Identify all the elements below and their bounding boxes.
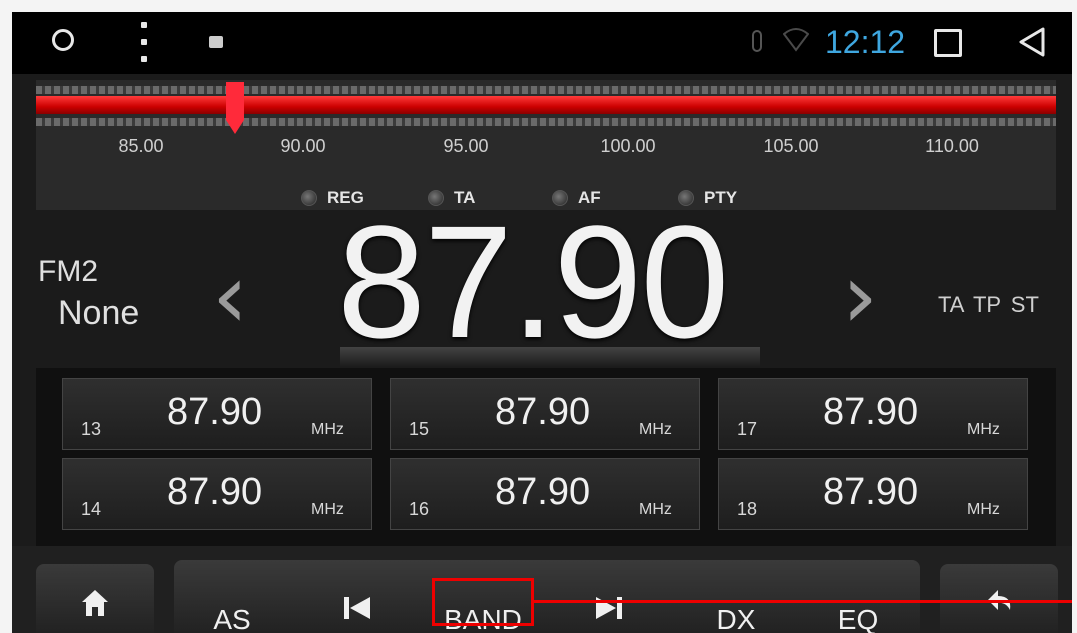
preset-number: 17 [737, 419, 758, 439]
preset-button[interactable]: 14 87.90 MHz [62, 458, 372, 530]
scale-dots-top [36, 86, 1056, 94]
tuning-needle[interactable] [224, 82, 246, 134]
preset-number: 15 [409, 419, 430, 439]
preset-grid: 13 87.90 MHz 15 87.90 MHz 17 87.90 MHz 1… [36, 368, 1056, 546]
eq-button[interactable]: EQ [838, 604, 878, 633]
preset-number: 16 [409, 499, 430, 519]
scale-label: 90.00 [280, 136, 326, 156]
rds-flags: TA TP ST [938, 292, 1039, 317]
preset-number: 18 [737, 499, 758, 519]
tuner-scale[interactable]: 85.00 90.00 95.00 100.00 105.00 110.00 R… [36, 80, 1056, 210]
preset-unit: MHz [311, 421, 344, 438]
preset-button[interactable]: 13 87.90 MHz [62, 378, 372, 450]
status-bar: 12:12 [12, 12, 1072, 74]
scale-label: 105.00 [763, 136, 819, 156]
bluetooth-icon [752, 30, 762, 52]
preset-unit: MHz [967, 421, 1000, 438]
preset-frequency: 87.90 [495, 471, 591, 513]
image-icon [209, 36, 223, 48]
preset-frequency: 87.90 [495, 391, 591, 433]
station-name: None [58, 294, 140, 332]
current-frequency: 87.90 [337, 192, 729, 371]
preset-button[interactable]: 16 87.90 MHz [390, 458, 700, 530]
next-track-icon[interactable] [594, 594, 624, 622]
scale-label: 100.00 [600, 136, 656, 156]
radio-app: 12:12 85.00 90.00 95.00 100.00 105.00 11… [12, 12, 1072, 633]
preset-button[interactable]: 17 87.90 MHz [718, 378, 1028, 450]
square-icon[interactable] [934, 29, 962, 57]
menu-dots-icon[interactable] [139, 22, 149, 62]
dx-button[interactable]: DX [717, 604, 756, 633]
callout-line [534, 600, 1072, 603]
bottom-control-bar: AS BAND DX EQ [12, 546, 1072, 633]
scale-label: 95.00 [443, 136, 489, 156]
preset-unit: MHz [311, 501, 344, 518]
preset-unit: MHz [639, 501, 672, 518]
preset-frequency: 87.90 [823, 391, 919, 433]
band-label: FM2 [38, 255, 98, 288]
preset-frequency: 87.90 [823, 471, 919, 513]
back-button[interactable] [940, 564, 1058, 633]
prev-track-icon[interactable] [342, 594, 372, 622]
preset-number: 14 [81, 499, 102, 519]
preset-frequency: 87.90 [167, 391, 263, 433]
control-strip: AS BAND DX EQ [174, 560, 920, 633]
wifi-icon [783, 28, 809, 52]
return-arrow-icon [988, 590, 1011, 610]
preset-unit: MHz [967, 501, 1000, 518]
back-triangle-icon[interactable] [1017, 26, 1047, 58]
preset-button[interactable]: 15 87.90 MHz [390, 378, 700, 450]
preset-number: 13 [81, 419, 102, 439]
band-highlight-box [432, 578, 534, 626]
home-icon [82, 590, 108, 616]
frequency-reflection [340, 347, 760, 367]
home-button[interactable] [36, 564, 154, 633]
seek-prev-arrow-icon[interactable]: ‹ [212, 252, 248, 342]
scale-label: 110.00 [925, 136, 979, 156]
preset-button[interactable]: 18 87.90 MHz [718, 458, 1028, 530]
clock: 12:12 [825, 24, 906, 60]
led-icon [301, 190, 317, 206]
tuning-bar[interactable] [36, 96, 1056, 114]
as-button[interactable]: AS [213, 604, 250, 633]
scale-label: 85.00 [118, 136, 164, 156]
preset-unit: MHz [639, 421, 672, 438]
circle-icon[interactable] [52, 29, 74, 51]
preset-frequency: 87.90 [167, 471, 263, 513]
scale-dots-bottom [36, 118, 1056, 126]
seek-next-arrow-icon[interactable]: › [842, 252, 878, 342]
